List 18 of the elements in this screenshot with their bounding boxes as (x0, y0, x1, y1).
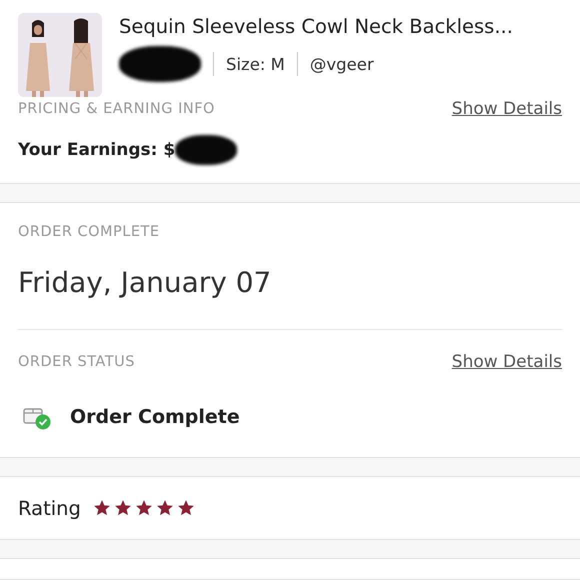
order-date: Friday, January 07 (18, 266, 272, 299)
status-text: Order Complete (70, 406, 240, 428)
star-icon (134, 499, 153, 517)
star-icon (176, 499, 195, 517)
rating-label: Rating (18, 496, 81, 520)
show-details-link[interactable]: Show Details (452, 99, 562, 119)
star-icon (156, 499, 174, 517)
star-icon (114, 499, 132, 517)
show-details-link[interactable]: Show Details (452, 352, 562, 372)
product-title: Sequin Sleeveless Cowl Neck Backless... (119, 15, 513, 38)
earnings-label: Your Earnings: $ (18, 140, 176, 160)
section-label: ORDER COMPLETE (18, 224, 160, 240)
seller-handle: @vgeer (310, 54, 374, 74)
section-label: PRICING & EARNING INFO (18, 101, 215, 117)
section-label: ORDER STATUS (18, 354, 135, 370)
star-icon (92, 499, 111, 517)
redaction-mark (175, 135, 238, 165)
size-label: Size: M (226, 54, 285, 74)
